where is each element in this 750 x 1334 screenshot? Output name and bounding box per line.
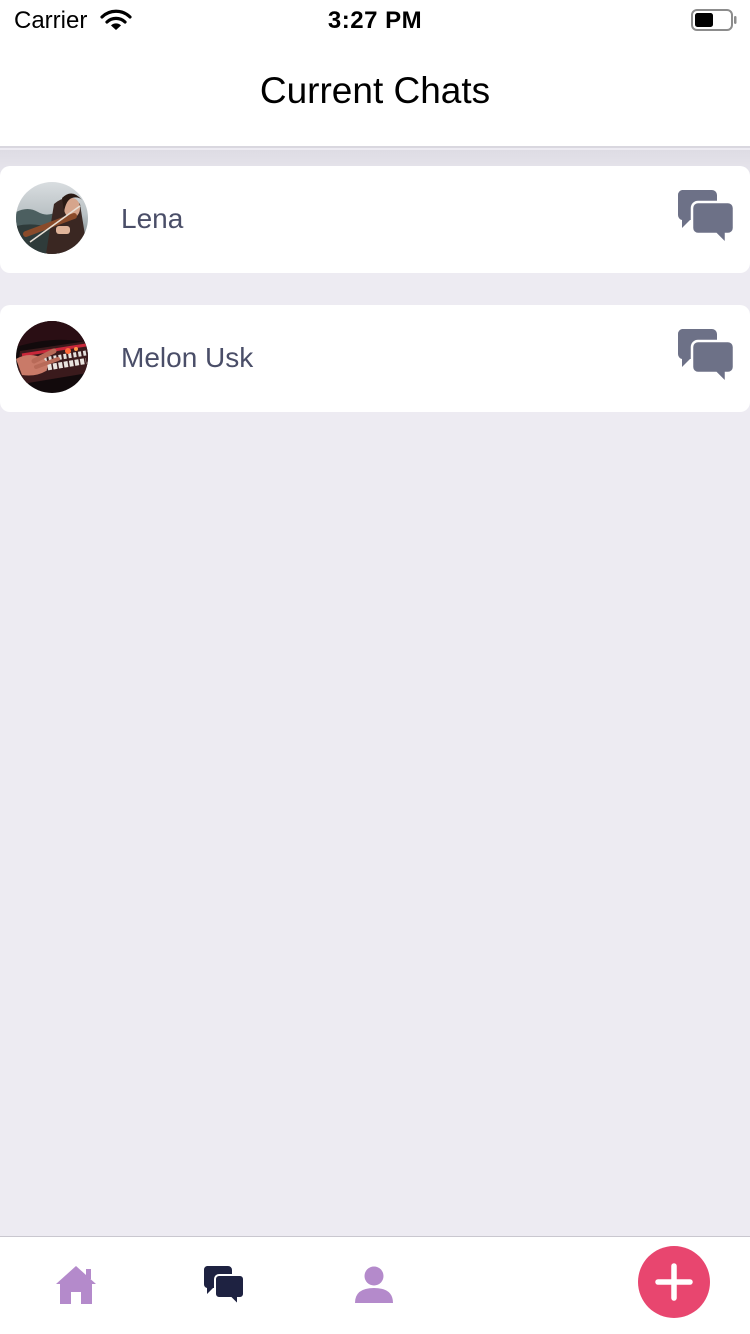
plus-icon <box>655 1263 693 1301</box>
chat-bubbles-icon[interactable] <box>676 188 736 246</box>
status-bar: Carrier 3:27 PM <box>0 0 750 40</box>
chat-bubbles-icon[interactable] <box>202 1263 246 1307</box>
navigation-header: Current Chats <box>0 40 750 148</box>
status-time: 3:27 PM <box>327 7 423 34</box>
chat-list-item[interactable]: Melon Usk <box>0 305 750 412</box>
chat-name: Lena <box>121 203 184 234</box>
screen: Carrier 3:27 PM Current Chats Lena Melon… <box>0 0 750 1334</box>
avatar <box>16 182 88 254</box>
violinist-photo <box>16 182 88 254</box>
user-icon[interactable] <box>352 1263 396 1307</box>
battery-icon <box>691 9 737 31</box>
chat-bubbles-icon[interactable] <box>676 327 736 385</box>
avatar <box>16 321 88 393</box>
home-icon[interactable] <box>54 1263 98 1307</box>
chat-name: Melon Usk <box>121 342 254 373</box>
new-chat-button[interactable] <box>638 1246 710 1318</box>
keyboard-hands-photo <box>16 321 88 393</box>
bottom-tab-bar <box>0 1236 750 1334</box>
chat-list-item[interactable]: Lena <box>0 166 750 273</box>
page-title: Current Chats <box>259 70 491 111</box>
